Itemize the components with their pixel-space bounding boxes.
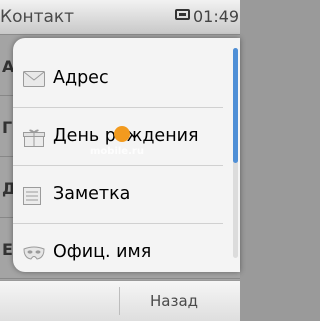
- back-button[interactable]: Назад: [150, 292, 198, 310]
- menu-item-formal-name[interactable]: Офиц. имя: [13, 224, 223, 272]
- touch-point-icon: [114, 126, 130, 142]
- status-time: 01:49: [193, 7, 240, 26]
- gift-icon: [23, 129, 45, 151]
- envelope-icon: [23, 71, 45, 91]
- menu-item-address[interactable]: Адрес: [13, 50, 223, 108]
- menu-item-note[interactable]: Заметка: [13, 166, 223, 224]
- menu-item-label: Заметка: [53, 184, 131, 204]
- mask-icon: [23, 245, 45, 265]
- battery-icon: [175, 9, 190, 20]
- menu-item-label: Адрес: [53, 68, 109, 88]
- softkey-bar: Назад: [0, 280, 240, 321]
- softkey-divider: [119, 287, 120, 315]
- menu-item-label: Офиц. имя: [53, 242, 152, 262]
- popup-scrollbar[interactable]: [233, 48, 238, 258]
- note-icon: [23, 187, 41, 209]
- scroll-thumb[interactable]: [233, 48, 238, 163]
- page-title: Контакт: [0, 7, 75, 27]
- watermark: mobile.ru: [90, 146, 144, 157]
- list-item-letter: Е: [2, 240, 13, 259]
- status-bar: Контакт 01:49: [0, 0, 240, 35]
- list-item-letter: Г: [2, 118, 13, 137]
